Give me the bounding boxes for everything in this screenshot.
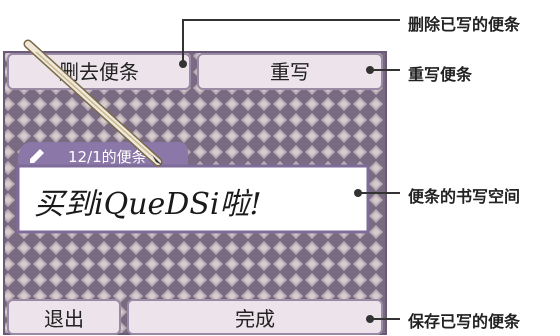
done-label: 完成 — [235, 307, 275, 331]
rewrite-label: 重写 — [270, 60, 310, 84]
exit-button[interactable]: 退出 — [7, 299, 121, 335]
note-writing-area[interactable]: 买到iQueDSi啦! — [16, 164, 370, 234]
annotation-writing-space: 便条的书写空间 — [408, 187, 521, 206]
annotation-save: 保存已写的便条 — [408, 312, 521, 331]
rewrite-button[interactable]: 重写 — [197, 53, 383, 90]
note-handwriting: 买到iQueDSi啦! — [34, 187, 262, 222]
annotation-rewrite: 重写便条 — [408, 65, 473, 84]
done-button[interactable]: 完成 — [127, 299, 383, 335]
exit-label: 退出 — [44, 307, 84, 331]
note-tab: 12/1的便条 — [18, 142, 188, 168]
note-tab-label: 12/1的便条 — [68, 148, 147, 166]
erase-note-button[interactable]: 删去便条 — [7, 53, 191, 90]
annotation-erase: 删除已写的便条 — [408, 15, 521, 34]
